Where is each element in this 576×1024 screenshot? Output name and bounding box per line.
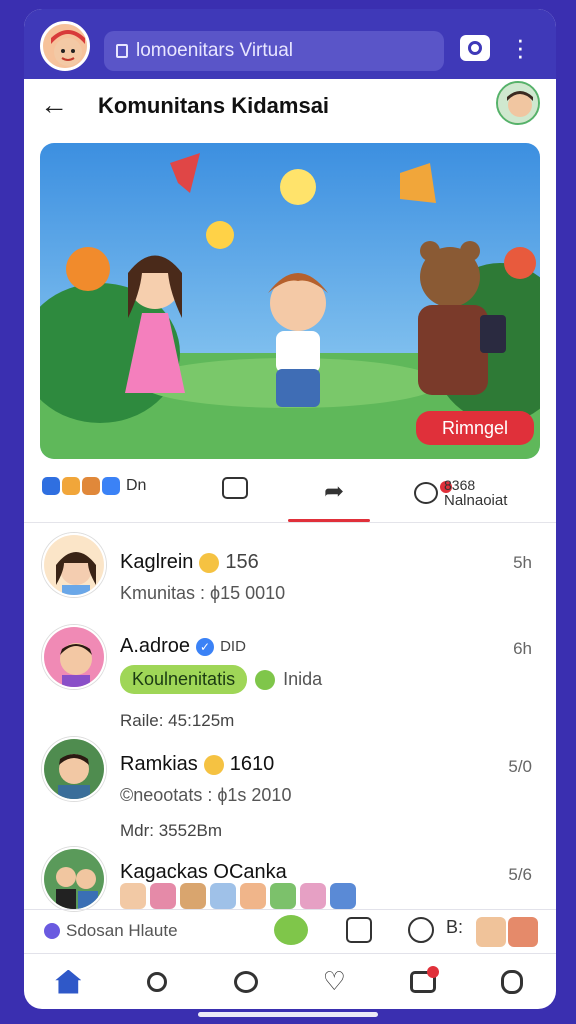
- feed-subtitle: ©neootats : ϕ1s 2010: [120, 785, 292, 805]
- emoji-icon: [255, 669, 276, 690]
- send-icon: [408, 917, 434, 943]
- avatar: [42, 533, 106, 597]
- nav-search[interactable]: [137, 962, 177, 1002]
- heart-icon: ♡: [322, 966, 346, 996]
- share-button[interactable]: ➦: [324, 477, 344, 506]
- more-options-icon[interactable]: · · ·: [516, 26, 525, 68]
- community-tag[interactable]: Koulnenitatis: [120, 665, 248, 694]
- image-icon: [346, 917, 372, 943]
- list-item[interactable]: Kaglrein 156 Kmunitas : ϕ15 0010 5h: [24, 533, 556, 619]
- avatar: [42, 847, 106, 911]
- comment-label: Nalnaoiat: [444, 492, 508, 509]
- search-placeholder: lomoenitars Virtual: [136, 40, 294, 61]
- group-avatar[interactable]: [496, 81, 540, 125]
- recent-avatars[interactable]: [476, 917, 538, 947]
- reaction-icons: [42, 477, 120, 495]
- comments-summary[interactable]: 8368 Nalnaoiat: [414, 477, 507, 509]
- home-icon: [55, 969, 82, 994]
- smile-emoji-icon: [203, 754, 224, 775]
- nav-profile[interactable]: [492, 962, 532, 1002]
- home-indicator: [198, 1012, 378, 1017]
- hero-cta-button[interactable]: Rimngel: [416, 411, 534, 445]
- feed-name: Kaglrein 156: [120, 551, 259, 573]
- post-meta: Raile: 45:125m: [120, 711, 235, 730]
- notification-badge: [426, 965, 439, 978]
- sparkle-icon: [44, 923, 60, 939]
- back-arrow-icon[interactable]: ←: [40, 89, 68, 121]
- timestamp: 5/0: [508, 757, 532, 776]
- feed-name: A.adroe ✓ DID: [120, 635, 246, 657]
- timestamp: 5h: [513, 553, 532, 572]
- nav-home[interactable]: [48, 962, 88, 1002]
- page-title: Komunitans Kidamsai: [98, 93, 330, 118]
- composer-aux-label: B:: [446, 917, 464, 937]
- app-screen: lomoenitars Virtual · · · ← Komunitans Kid…: [24, 9, 556, 1009]
- feed-subtitle: Kmunitas : ϕ15 0010: [120, 583, 286, 603]
- smile-emoji-icon: [199, 552, 220, 573]
- reactions-button[interactable]: Dn: [42, 477, 146, 495]
- composer-input[interactable]: Sdosan Hlaute: [44, 921, 178, 941]
- share-icon: ➦: [324, 478, 345, 505]
- timestamp: 6h: [513, 639, 532, 658]
- bottom-nav: ♡: [24, 953, 556, 1009]
- avatar: [42, 625, 106, 689]
- member-avatars[interactable]: [120, 883, 356, 909]
- nav-messages[interactable]: [226, 962, 266, 1002]
- send-button[interactable]: [408, 917, 434, 949]
- post-meta: Mdr: 3552Bm: [120, 821, 223, 840]
- reaction-count: Dn: [126, 477, 147, 494]
- comment-count: 8368: [444, 477, 476, 493]
- avatar: [42, 737, 106, 801]
- feed-name: Ramkias 1610: [120, 753, 275, 775]
- feed-name: Kagackas OCanka: [120, 861, 287, 883]
- post-actions: Dn ➦ 8368 Nalnaoiat: [24, 469, 556, 523]
- profile-avatar[interactable]: [40, 21, 90, 71]
- emoji-icon: [274, 915, 308, 945]
- search-icon: [146, 971, 167, 992]
- list-item[interactable]: A.adroe ✓ DID Koulnenitatis Inida 6h: [24, 621, 556, 707]
- chat-bubble-icon: [414, 482, 438, 504]
- comment-button[interactable]: [222, 477, 452, 499]
- camera-icon[interactable]: [460, 35, 490, 61]
- verified-icon: ✓: [196, 637, 215, 656]
- emoji-button[interactable]: [274, 915, 308, 951]
- search-input[interactable]: lomoenitars Virtual: [104, 31, 444, 71]
- lock-icon: [116, 44, 128, 58]
- profile-icon: [500, 969, 523, 994]
- nav-notifications[interactable]: [403, 962, 443, 1002]
- timestamp: 5/6: [508, 865, 532, 884]
- chat-icon: [233, 970, 258, 993]
- active-tab-indicator: [288, 519, 370, 522]
- top-bar: lomoenitars Virtual · · ·: [24, 9, 556, 79]
- gallery-button[interactable]: [346, 917, 372, 949]
- list-item[interactable]: Ramkias 1610 ©neootats : ϕ1s 2010 5/0: [24, 737, 556, 823]
- comment-icon: [222, 477, 248, 499]
- nav-likes[interactable]: ♡: [314, 962, 354, 1002]
